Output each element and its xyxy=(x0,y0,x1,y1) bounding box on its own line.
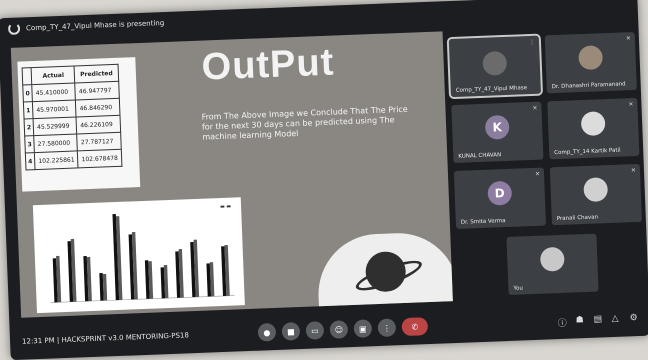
participant-tile[interactable]: ✕ Dr. Dhanashri Paramanand xyxy=(544,31,637,94)
participant-tile[interactable]: K ✕ KUNAL CHAVAN xyxy=(451,101,544,164)
slide-text: From The Above Image we Conclude That Th… xyxy=(201,104,408,142)
actual-cell: 45.529999 xyxy=(33,116,78,136)
actual-cell: 102.225861 xyxy=(34,150,79,170)
table-row: 4 102.225861 102.678478 xyxy=(25,149,122,170)
slide-title: OutPut xyxy=(200,41,336,89)
shared-slide: Actual Predicted 0 45.410000 46.947797 1… xyxy=(10,31,453,318)
predicted-cell: 27.787127 xyxy=(77,132,122,151)
participant-name: Dr. Smita Verma xyxy=(460,218,506,226)
laptop-screen: Comp_TY_47_Vipul Mhase is presenting Act… xyxy=(0,0,648,360)
mic-icon: ⋮ xyxy=(528,38,536,47)
info-separator: | xyxy=(56,336,60,345)
bar-chart-card: ▬ ▬ xyxy=(32,197,245,314)
end-call-icon[interactable]: ✆ xyxy=(401,317,429,337)
participant-name: Comp_TY_47_Vipul Mhase xyxy=(455,85,528,94)
avatar xyxy=(583,177,609,203)
meeting-name: HACKSPRINT v3.0 MENTORING-PS18 xyxy=(61,331,190,345)
presenting-status: Comp_TY_47_Vipul Mhase is presenting xyxy=(25,19,165,33)
camera-icon[interactable]: ■ xyxy=(281,322,301,341)
bar-chart xyxy=(50,214,235,303)
predicted-cell: 46.226109 xyxy=(76,115,121,134)
participant-name: Comp_TY_14 Kartik Patil xyxy=(554,147,621,157)
participant-name: Pranali Chavan xyxy=(556,214,599,223)
mic-off-icon: ✕ xyxy=(625,35,632,43)
mic-off-icon: ✕ xyxy=(532,104,538,112)
predicted-cell: 46.947797 xyxy=(75,81,120,100)
avatar xyxy=(539,246,565,272)
chat-icon[interactable]: ▤ xyxy=(593,314,602,324)
avatar: K xyxy=(484,114,510,140)
loading-icon xyxy=(7,22,21,36)
activities-icon[interactable]: △ xyxy=(611,314,618,324)
people-icon[interactable]: ☗ xyxy=(576,315,584,325)
mic-off-icon: ✕ xyxy=(628,101,634,109)
emoji-icon[interactable]: ☺ xyxy=(329,320,349,339)
avatar xyxy=(580,111,606,137)
participant-tile[interactable]: D ✕ Dr. Smita Verma xyxy=(453,167,547,229)
meeting-time: 12:31 PM xyxy=(21,336,55,346)
participant-tile[interactable]: ⋮ Comp_TY_47_Vipul Mhase xyxy=(446,33,544,100)
avatar xyxy=(482,50,508,76)
participant-name: You xyxy=(513,285,524,292)
self-view-tile[interactable]: You xyxy=(506,233,599,295)
predicted-cell: 46.846290 xyxy=(75,98,120,117)
planet-illustration xyxy=(316,230,453,317)
participant-tile[interactable]: ✕ Pranali Chavan xyxy=(549,163,642,226)
mic-off-icon: ✕ xyxy=(630,167,637,175)
host-controls-icon[interactable]: ⚙ xyxy=(629,313,637,323)
participant-name: KUNAL CHAVAN xyxy=(458,152,502,160)
chart-legend: ▬ ▬ xyxy=(219,203,232,211)
participant-tile[interactable]: ✕ Comp_TY_14 Kartik Patil xyxy=(547,97,640,160)
more-icon[interactable]: ⋮ xyxy=(377,318,397,338)
mic-icon[interactable]: ● xyxy=(257,322,277,342)
actual-cell: 45.410000 xyxy=(31,82,76,102)
avatar xyxy=(578,45,604,71)
info-icon[interactable]: ⓘ xyxy=(558,316,567,329)
captions-icon[interactable]: ▭ xyxy=(305,321,325,340)
avatar: D xyxy=(487,180,513,206)
present-icon[interactable]: ▣ xyxy=(353,319,373,338)
actual-cell: 27.580000 xyxy=(33,133,78,153)
participant-name: Dr. Dhanashri Paramanand xyxy=(551,81,626,91)
mic-off-icon: ✕ xyxy=(534,170,541,178)
meeting-info: 12:31 PM | HACKSPRINT v3.0 MENTORING-PS1… xyxy=(22,331,189,345)
actual-cell: 45.970001 xyxy=(32,99,77,119)
table-header: Actual xyxy=(31,65,76,85)
prediction-table-card: Actual Predicted 0 45.410000 46.947797 1… xyxy=(17,57,141,192)
prediction-table: Actual Predicted 0 45.410000 46.947797 1… xyxy=(22,64,123,171)
predicted-cell: 102.678478 xyxy=(77,149,122,168)
x-axis xyxy=(50,295,235,303)
table-header: Predicted xyxy=(74,64,119,83)
